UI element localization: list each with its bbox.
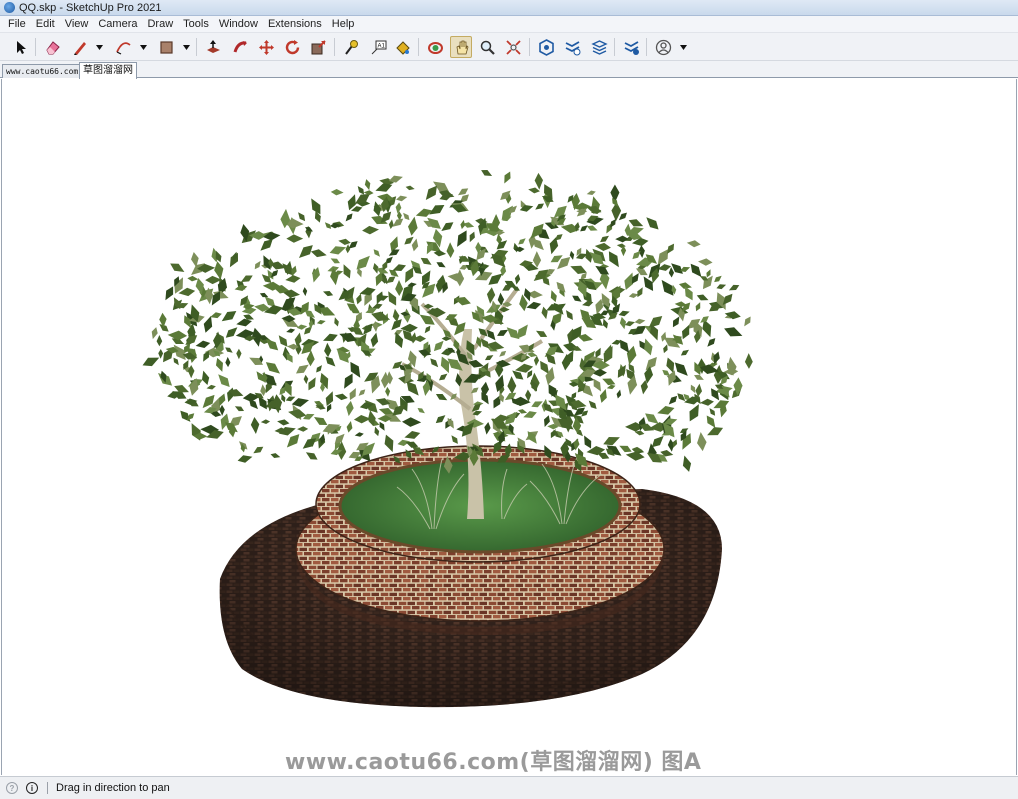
- scene-tab-website[interactable]: www.caotu66.com: [2, 64, 83, 78]
- zoom-icon: [480, 40, 495, 55]
- extension-warehouse-button[interactable]: [561, 36, 583, 58]
- eraser-icon: [45, 40, 60, 54]
- instructor-info-icon[interactable]: i: [26, 782, 38, 794]
- paint-bucket-icon: [395, 40, 410, 55]
- drawing-viewport[interactable]: www.caotu66.com(草图溜溜网) 图A: [1, 79, 1017, 775]
- zoom-extents-icon: [505, 39, 521, 55]
- tape-measure-icon: [344, 39, 358, 55]
- follow-me-tool-button[interactable]: [229, 36, 251, 58]
- extension-manager-icon: [624, 40, 639, 55]
- account-dropdown-arrow[interactable]: [679, 42, 687, 52]
- menu-bar: File Edit View Camera Draw Tools Window …: [0, 16, 1018, 33]
- status-hint-text: Drag in direction to pan: [56, 782, 170, 794]
- line-tool-button[interactable]: [69, 36, 91, 58]
- pan-tool-button[interactable]: [450, 36, 472, 58]
- rectangle-icon: [159, 40, 173, 54]
- 3d-warehouse-button[interactable]: [535, 36, 557, 58]
- status-bar: ? i Drag in direction to pan: [0, 776, 1018, 799]
- scene-tab-caotu[interactable]: 草图溜溜网: [79, 62, 137, 79]
- pencil-line-icon: [73, 41, 86, 55]
- toolbar-separator: [334, 38, 335, 56]
- zoom-tool-button[interactable]: [476, 36, 498, 58]
- chevron-down-icon: [139, 44, 147, 50]
- main-toolbar: A1: [0, 33, 1018, 61]
- arc-tool-button[interactable]: [112, 36, 134, 58]
- menu-help[interactable]: Help: [327, 16, 360, 33]
- paint-bucket-tool-button[interactable]: [391, 36, 413, 58]
- toolbar-separator: [418, 38, 419, 56]
- chevron-down-icon: [679, 44, 687, 50]
- zoom-extents-tool-button[interactable]: [502, 36, 524, 58]
- menu-camera[interactable]: Camera: [93, 16, 142, 33]
- menu-view[interactable]: View: [60, 16, 94, 33]
- rotate-tool-button[interactable]: [281, 36, 303, 58]
- orbit-icon: [427, 41, 443, 54]
- arc-icon: [115, 41, 131, 55]
- extension-manager-button[interactable]: [620, 36, 642, 58]
- push-pull-tool-button[interactable]: [202, 36, 224, 58]
- menu-extensions[interactable]: Extensions: [263, 16, 327, 33]
- pan-icon: [456, 40, 468, 54]
- scene-tab-strip: www.caotu66.com 草图溜溜网: [0, 61, 1018, 79]
- select-icon: [16, 40, 26, 54]
- toolbar-separator: [529, 38, 530, 56]
- warehouse-icon: [538, 38, 554, 56]
- chevron-down-icon: [95, 44, 103, 50]
- scale-tool-button[interactable]: [307, 36, 329, 58]
- status-divider: [47, 782, 48, 794]
- window-title: QQ.skp - SketchUp Pro 2021: [19, 1, 162, 14]
- text-tool-button[interactable]: A1: [367, 36, 389, 58]
- text-label-icon: A1: [371, 40, 386, 54]
- layout-button[interactable]: [588, 36, 610, 58]
- menu-edit[interactable]: Edit: [31, 16, 60, 33]
- line-dropdown-arrow[interactable]: [95, 42, 103, 52]
- sketchup-app-icon: [4, 2, 15, 13]
- menu-draw[interactable]: Draw: [142, 16, 178, 33]
- layout-icon: [590, 39, 608, 55]
- tape-measure-tool-button[interactable]: [340, 36, 362, 58]
- rectangle-tool-button[interactable]: [155, 36, 177, 58]
- menu-file[interactable]: File: [3, 16, 31, 33]
- chevron-down-icon: [182, 44, 190, 50]
- arc-dropdown-arrow[interactable]: [139, 42, 147, 52]
- toolbar-separator: [614, 38, 615, 56]
- follow-me-icon: [233, 40, 247, 52]
- planter-tree-model: [142, 170, 753, 708]
- tree-foliage: [142, 170, 753, 474]
- eraser-tool-button[interactable]: [41, 36, 63, 58]
- move-icon: [258, 39, 274, 55]
- push-pull-icon: [206, 39, 220, 53]
- watermark-text: www.caotu66.com(草图溜溜网) 图A: [285, 750, 702, 775]
- menu-tools[interactable]: Tools: [178, 16, 214, 33]
- orbit-tool-button[interactable]: [424, 36, 446, 58]
- account-icon: [655, 39, 671, 55]
- scale-icon: [311, 39, 326, 54]
- select-tool-button[interactable]: [9, 36, 31, 58]
- account-button[interactable]: [652, 36, 674, 58]
- title-bar: QQ.skp - SketchUp Pro 2021: [0, 0, 1018, 16]
- shape-dropdown-arrow[interactable]: [182, 42, 190, 52]
- menu-window[interactable]: Window: [214, 16, 263, 33]
- rotate-icon: [285, 39, 299, 54]
- toolbar-separator: [196, 38, 197, 56]
- svg-text:A1: A1: [377, 43, 385, 49]
- move-tool-button[interactable]: [255, 36, 277, 58]
- extension-warehouse-icon: [565, 40, 580, 55]
- toolbar-separator: [35, 38, 36, 56]
- toolbar-separator: [646, 38, 647, 56]
- geo-location-icon[interactable]: ?: [6, 782, 18, 794]
